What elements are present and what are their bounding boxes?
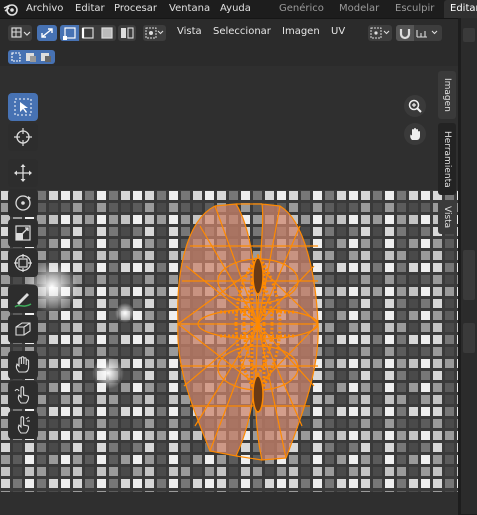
vertex-select-mode-button[interactable] [60, 25, 79, 41]
editor-header: Vista Seleccionar Imagen UV [0, 19, 458, 48]
editor-type-button[interactable] [8, 25, 32, 41]
face-select-mode-button[interactable] [97, 25, 116, 41]
cursor-icon [14, 128, 32, 146]
sidebar-tab-herramienta[interactable]: Herramienta [438, 123, 456, 195]
snap-increment-icon [416, 30, 438, 38]
move-icon [14, 164, 32, 182]
magnet-icon [399, 29, 411, 40]
workspace-tab-modelar[interactable]: Modelar [339, 3, 379, 14]
pinch-tool-button[interactable] [8, 411, 38, 439]
pan-hand-icon [410, 128, 420, 140]
zoom-view-button[interactable] [404, 95, 426, 117]
vertex-mode-icon [63, 27, 76, 40]
menu-procesar[interactable]: Procesar [114, 3, 157, 14]
annotate-pencil-icon [14, 293, 32, 308]
cursor-tool-button[interactable] [8, 123, 38, 151]
face-mode-icon [101, 27, 113, 39]
workspace-tab-editar-uv[interactable]: Editar [444, 0, 477, 18]
header-menu-imagen[interactable]: Imagen [282, 26, 320, 37]
rotate-icon [15, 195, 31, 211]
sticky-selection-icon [145, 27, 164, 39]
uv-editor: Vista Seleccionar Imagen UV Imagen Herra… [0, 18, 458, 515]
snap-toggle[interactable] [396, 25, 414, 41]
sync-arrows-icon [41, 28, 53, 38]
menu-editar[interactable]: Editar [75, 3, 105, 14]
selection-modes-icon [11, 52, 51, 62]
edge-mode-icon [81, 27, 94, 39]
menu-ventana[interactable]: Ventana [169, 3, 210, 14]
zoom-icon [408, 99, 422, 113]
image-editor-icon [11, 27, 31, 38]
sticky-selection-dropdown[interactable] [143, 25, 166, 41]
select-box-icon [14, 98, 32, 116]
select-mode-group [60, 25, 116, 41]
pivot-point-dropdown[interactable] [368, 25, 392, 41]
adjacent-editor-strip [461, 18, 477, 514]
relax-tool-button[interactable] [8, 381, 38, 409]
adjacent-panel-tab[interactable] [463, 250, 475, 300]
pan-view-button[interactable] [404, 123, 426, 145]
menu-ayuda[interactable]: Ayuda [220, 3, 251, 14]
scale-tool-button[interactable] [8, 219, 38, 247]
relax-finger-icon [14, 386, 30, 404]
header-subrow [0, 48, 458, 66]
pivot-point-icon [370, 27, 390, 39]
rotate-tool-button[interactable] [8, 189, 38, 217]
uv-mesh[interactable] [0, 66, 458, 515]
scale-icon [15, 225, 31, 241]
selection-mode-buttons[interactable] [8, 50, 55, 64]
sidebar-tab-vista[interactable]: Vista [438, 200, 456, 234]
adjacent-panel-tab[interactable] [463, 323, 475, 353]
grab-tool-button[interactable] [8, 351, 38, 379]
workspace-tab-esculpir[interactable]: Esculpir [395, 3, 435, 14]
sidebar-tab-imagen[interactable]: Imagen [438, 71, 456, 119]
move-tool-button[interactable] [8, 159, 38, 187]
blender-logo[interactable] [3, 2, 18, 16]
menu-archivo[interactable]: Archivo [26, 3, 63, 14]
adjacent-editor-button[interactable] [463, 28, 475, 42]
header-menu-seleccionar[interactable]: Seleccionar [213, 26, 271, 37]
workspace-tab-generico[interactable]: Genérico [279, 3, 324, 14]
island-select-mode-button[interactable] [118, 25, 136, 41]
rip-tool-button[interactable] [8, 315, 38, 343]
transform-tool-button[interactable] [8, 249, 38, 277]
pinch-finger-icon [17, 416, 30, 434]
uv-sync-selection-toggle[interactable] [37, 25, 57, 41]
header-menu-uv[interactable]: UV [331, 26, 345, 37]
uv-viewport[interactable] [0, 66, 458, 515]
snapping-group [396, 25, 442, 41]
transform-icon [14, 254, 32, 272]
rip-region-icon [15, 322, 31, 336]
island-mode-icon [121, 27, 134, 39]
edge-select-mode-button[interactable] [79, 25, 97, 41]
snap-target-dropdown[interactable] [414, 25, 442, 41]
select-box-tool-button[interactable] [8, 93, 38, 121]
annotate-tool-button[interactable] [8, 285, 38, 313]
top-bar: Archivo Editar Procesar Ventana Ayuda Ge… [0, 0, 477, 18]
grab-hand-icon [15, 356, 30, 373]
header-menu-vista[interactable]: Vista [177, 26, 202, 37]
